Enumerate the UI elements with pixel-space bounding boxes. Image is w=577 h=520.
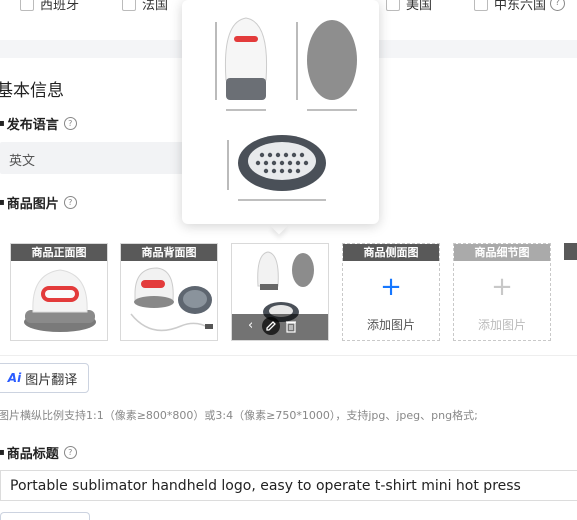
- region-option-spain[interactable]: 西班牙: [20, 0, 79, 13]
- language-label-text: 发布语言: [6, 118, 59, 133]
- region-option-france[interactable]: 法国: [122, 0, 168, 13]
- checkbox[interactable]: [20, 0, 34, 11]
- ai-icon: Ai: [7, 371, 22, 385]
- help-icon[interactable]: ?: [63, 196, 77, 209]
- region-option-usa[interactable]: 美国: [386, 0, 432, 13]
- edit-icon[interactable]: [264, 319, 278, 333]
- delete-icon[interactable]: [284, 319, 298, 333]
- region-label: 美国: [406, 0, 433, 13]
- image-card-side[interactable]: 商品侧面图 + 添加图片: [342, 243, 440, 341]
- region-option-middle-east[interactable]: 中东六国 ?: [474, 0, 566, 13]
- add-image-text: 添加图片: [366, 318, 415, 332]
- language-label: ▪ 发布语言 ?: [0, 114, 77, 133]
- help-icon[interactable]: ?: [550, 0, 566, 11]
- image-card-back[interactable]: 商品背面图: [120, 243, 218, 341]
- section-title: 基本信息: [0, 81, 64, 101]
- card-label: 商品细节图: [454, 244, 550, 261]
- plus-icon: +: [491, 272, 513, 302]
- card-label: 商品背面图: [121, 244, 217, 261]
- image-hint-text: 图片横纵比例支持1:1（像素≥800*800）或3:4（像素≥750*1000）…: [0, 409, 478, 422]
- images-label-text: 商品图片: [6, 197, 59, 212]
- image-preview-popover: [182, 0, 379, 224]
- region-label: 中东六国: [494, 0, 547, 13]
- previous-icon[interactable]: ‹: [248, 318, 253, 333]
- add-image-text: 添加图片: [477, 318, 526, 332]
- required-marker-icon: ▪: [0, 118, 5, 129]
- image-translate-button[interactable]: Ai 图片翻译: [0, 363, 89, 393]
- title-label: ▪ 商品标题 ?: [0, 443, 77, 462]
- title-label-text: 商品标题: [6, 447, 59, 462]
- required-marker-icon: ▪: [0, 197, 5, 208]
- image-card-partial: [564, 243, 577, 260]
- language-value: 英文: [9, 154, 36, 169]
- region-label: 西班牙: [40, 0, 80, 13]
- image-card-selected[interactable]: ‹: [231, 243, 329, 341]
- divider: [0, 355, 577, 356]
- partial-button: [0, 512, 90, 520]
- product-title-value: Portable sublimator handheld logo, easy …: [10, 478, 521, 494]
- card-action-bar: ‹: [232, 314, 328, 340]
- images-label: ▪ 商品图片 ?: [0, 193, 77, 212]
- image-card-detail[interactable]: 商品细节图 + 添加图片: [453, 243, 551, 341]
- checkbox[interactable]: [122, 0, 136, 11]
- help-icon[interactable]: ?: [63, 446, 77, 459]
- checkbox[interactable]: [386, 0, 400, 11]
- image-card-front[interactable]: 商品正面图: [10, 243, 108, 341]
- dimension-diagram-image: [215, 17, 357, 201]
- product-title-input[interactable]: Portable sublimator handheld logo, easy …: [0, 470, 577, 501]
- card-label: 商品正面图: [11, 244, 107, 261]
- button-label: 图片翻译: [25, 372, 78, 388]
- plus-icon: +: [380, 272, 402, 302]
- help-icon[interactable]: ?: [63, 117, 77, 130]
- checkbox[interactable]: [474, 0, 488, 11]
- card-label: 商品侧面图: [343, 244, 439, 261]
- required-marker-icon: ▪: [0, 447, 5, 458]
- region-label: 法国: [142, 0, 169, 13]
